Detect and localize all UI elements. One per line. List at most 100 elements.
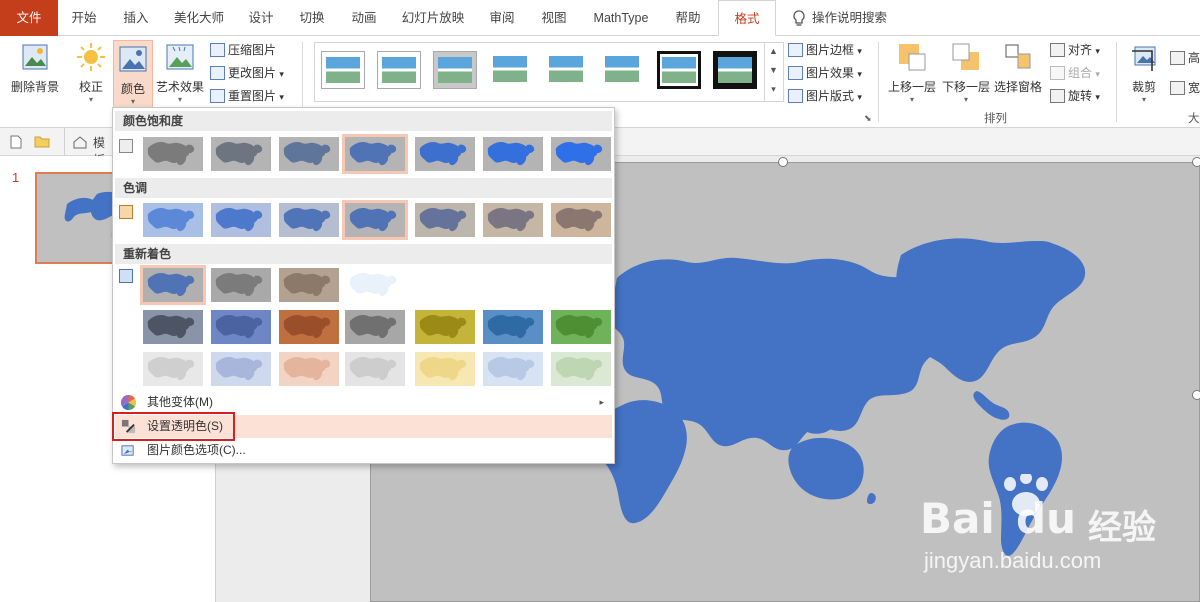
recolor-swatch[interactable] bbox=[211, 310, 271, 344]
recolor-swatch[interactable] bbox=[345, 352, 405, 386]
tone-icon bbox=[119, 205, 133, 219]
style-thumb[interactable] bbox=[377, 51, 421, 89]
height-field[interactable]: 高 bbox=[1170, 48, 1200, 68]
saturation-swatch[interactable] bbox=[415, 137, 475, 171]
saturation-swatch[interactable] bbox=[211, 137, 271, 171]
picture-effects-button[interactable]: 图片效果 ▾ bbox=[788, 63, 862, 83]
tab-insert[interactable]: 插入 bbox=[110, 0, 162, 36]
saturation-swatch[interactable] bbox=[342, 134, 408, 174]
new-file-icon[interactable] bbox=[10, 135, 22, 149]
send-backward-icon bbox=[952, 43, 979, 70]
recolor-swatch[interactable] bbox=[345, 268, 405, 302]
tab-animations[interactable]: 动画 bbox=[338, 0, 390, 36]
recolor-icon bbox=[119, 269, 133, 283]
tone-swatch[interactable] bbox=[211, 203, 271, 237]
resize-handle[interactable] bbox=[1192, 390, 1200, 400]
tone-swatch[interactable] bbox=[415, 203, 475, 237]
style-thumb[interactable] bbox=[713, 51, 757, 89]
saturation-swatch[interactable] bbox=[551, 137, 611, 171]
saturation-swatch[interactable] bbox=[279, 137, 339, 171]
selection-pane-button[interactable]: 选择窗格 bbox=[994, 42, 1042, 95]
tone-swatch[interactable] bbox=[483, 203, 543, 237]
ribbon-tab-bar: 文件 开始 插入 美化大师 设计 切换 动画 幻灯片放映 审阅 视图 MathT… bbox=[0, 0, 1200, 36]
group-label-size: 大 bbox=[1188, 113, 1200, 125]
rotate-button[interactable]: 旋转 ▾ bbox=[1050, 86, 1100, 106]
color-button[interactable]: 颜色 ▾ bbox=[113, 40, 153, 108]
tell-me-search[interactable]: 操作说明搜索 bbox=[812, 0, 912, 36]
align-button[interactable]: 对齐 ▾ bbox=[1050, 40, 1100, 60]
section-recolor-heading: 重新着色 bbox=[115, 244, 612, 264]
dialog-launcher-icon[interactable]: ⬊ bbox=[864, 113, 872, 124]
send-backward-button[interactable]: 下移一层 ▾ bbox=[940, 42, 992, 104]
recolor-swatch[interactable] bbox=[211, 268, 271, 302]
tone-swatch[interactable] bbox=[551, 203, 611, 237]
tab-review[interactable]: 审阅 bbox=[476, 0, 528, 36]
recolor-swatch[interactable] bbox=[345, 310, 405, 344]
resize-handle[interactable] bbox=[778, 157, 788, 167]
recolor-swatch[interactable] bbox=[279, 352, 339, 386]
template-tab[interactable]: 模板 bbox=[64, 128, 105, 167]
tone-swatch[interactable] bbox=[143, 203, 203, 237]
recolor-swatch[interactable] bbox=[483, 268, 543, 302]
folder-icon[interactable] bbox=[34, 135, 50, 148]
tab-beautify[interactable]: 美化大师 bbox=[162, 0, 236, 36]
tab-file[interactable]: 文件 bbox=[0, 0, 58, 36]
tab-format[interactable]: 格式 bbox=[718, 0, 776, 36]
tab-slideshow[interactable]: 幻灯片放映 bbox=[390, 0, 476, 36]
tab-view[interactable]: 视图 bbox=[528, 0, 580, 36]
style-thumb[interactable] bbox=[321, 51, 365, 89]
reset-picture-button[interactable]: 重置图片 ▾ bbox=[210, 86, 284, 106]
style-thumb[interactable] bbox=[433, 51, 477, 89]
gallery-scroll[interactable]: ▲ ▼ ▾ bbox=[764, 42, 782, 102]
recolor-swatch[interactable] bbox=[415, 268, 475, 302]
style-thumb[interactable] bbox=[545, 51, 589, 89]
section-tone-heading: 色调 bbox=[115, 178, 612, 198]
bring-forward-button[interactable]: 上移一层 ▾ bbox=[886, 42, 938, 104]
style-thumb[interactable] bbox=[657, 51, 701, 89]
tone-swatch[interactable] bbox=[279, 203, 339, 237]
picture-styles-gallery[interactable] bbox=[314, 42, 784, 102]
saturation-swatch[interactable] bbox=[483, 137, 543, 171]
recolor-swatch[interactable] bbox=[279, 268, 339, 302]
sun-icon bbox=[77, 43, 105, 71]
remove-background-button[interactable]: 删除背景 bbox=[4, 42, 66, 95]
tab-design[interactable]: 设计 bbox=[236, 0, 286, 36]
picture-border-button[interactable]: 图片边框 ▾ bbox=[788, 40, 862, 60]
tone-swatch[interactable] bbox=[342, 200, 408, 240]
recolor-swatch[interactable] bbox=[483, 352, 543, 386]
watermark-url: jingyan.baidu.com bbox=[924, 548, 1102, 573]
compress-pictures-button[interactable]: 压缩图片 bbox=[210, 40, 276, 60]
more-variations-item[interactable]: 其他变体(M) ▸ bbox=[115, 391, 612, 414]
change-picture-button[interactable]: 更改图片 ▾ bbox=[210, 63, 284, 83]
width-field[interactable]: 宽 bbox=[1170, 78, 1200, 98]
picture-layout-icon bbox=[788, 89, 803, 103]
style-thumb[interactable] bbox=[601, 51, 645, 89]
group-button[interactable]: 组合 ▾ bbox=[1050, 63, 1100, 83]
crop-button[interactable]: 裁剪 ▾ bbox=[1124, 42, 1164, 104]
corrections-button[interactable]: 校正 ▾ bbox=[72, 42, 110, 104]
artistic-effects-button[interactable]: 艺术效果 ▾ bbox=[154, 42, 206, 104]
rotate-icon bbox=[1050, 89, 1065, 103]
recolor-swatch[interactable] bbox=[140, 265, 206, 305]
recolor-swatch[interactable] bbox=[211, 352, 271, 386]
resize-handle[interactable] bbox=[1192, 157, 1200, 167]
height-icon bbox=[1170, 51, 1185, 65]
saturation-swatch[interactable] bbox=[143, 137, 203, 171]
recolor-swatch[interactable] bbox=[551, 352, 611, 386]
picture-color-options-item[interactable]: 图片颜色选项(C)... bbox=[115, 439, 612, 462]
tab-help[interactable]: 帮助 bbox=[662, 0, 714, 36]
recolor-swatch[interactable] bbox=[483, 310, 543, 344]
recolor-swatch[interactable] bbox=[143, 352, 203, 386]
recolor-swatch[interactable] bbox=[279, 310, 339, 344]
saturation-icon bbox=[119, 139, 133, 153]
style-thumb[interactable] bbox=[489, 51, 533, 89]
tab-mathtype[interactable]: MathType bbox=[580, 0, 662, 36]
picture-layout-button[interactable]: 图片版式 ▾ bbox=[788, 86, 862, 106]
recolor-swatch[interactable] bbox=[551, 310, 611, 344]
recolor-swatch[interactable] bbox=[415, 310, 475, 344]
recolor-swatch[interactable] bbox=[415, 352, 475, 386]
tab-home[interactable]: 开始 bbox=[58, 0, 110, 36]
recolor-swatch[interactable] bbox=[143, 310, 203, 344]
change-picture-icon bbox=[210, 66, 225, 80]
tab-transitions[interactable]: 切换 bbox=[286, 0, 338, 36]
